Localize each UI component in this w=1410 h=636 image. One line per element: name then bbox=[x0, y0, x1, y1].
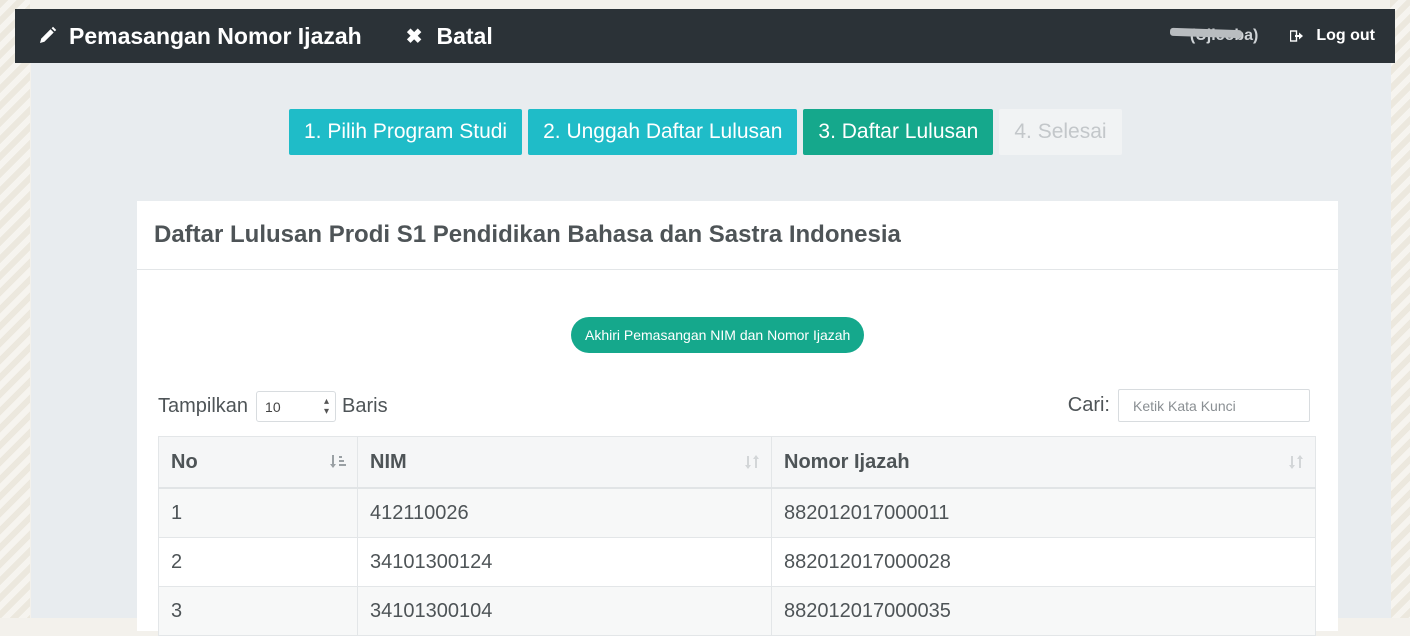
graduates-panel: Daftar Lulusan Prodi S1 Pendidikan Bahas… bbox=[137, 201, 1338, 636]
table-row: 3 34101300104 882012017000035 bbox=[158, 586, 1316, 636]
search-control: Cari: bbox=[1068, 389, 1310, 422]
step-pilih-program-studi[interactable]: 1. Pilih Program Studi bbox=[289, 109, 523, 155]
cell-nim: 34101300104 bbox=[357, 586, 772, 636]
sort-both-icon bbox=[1289, 455, 1303, 469]
graduates-table: No NIM Nomor Ijazah 1 412110026 88201201… bbox=[158, 436, 1316, 636]
end-assignment-button[interactable]: Akhiri Pemasangan NIM dan Nomor Ijazah bbox=[571, 317, 865, 353]
cell-nomor-ijazah: 882012017000028 bbox=[771, 537, 1316, 587]
sort-ascending-icon bbox=[330, 455, 346, 468]
cancel-label: Batal bbox=[436, 22, 493, 49]
cell-nim: 412110026 bbox=[357, 487, 772, 538]
main-content: 1. Pilih Program Studi 2. Unggah Daftar … bbox=[31, 63, 1391, 636]
page-length-control: Tampilkan 10 ▴ ▾ Baris bbox=[158, 391, 388, 422]
page-length-select[interactable]: 10 ▴ ▾ bbox=[256, 391, 337, 422]
cell-no: 1 bbox=[158, 487, 358, 538]
close-icon: ✖ bbox=[405, 25, 423, 48]
background-pattern-right bbox=[1390, 0, 1410, 618]
wizard-steps: 1. Pilih Program Studi 2. Unggah Daftar … bbox=[289, 109, 1122, 155]
table-row: 2 34101300124 882012017000028 bbox=[158, 537, 1316, 587]
app-title-link[interactable]: Pemasangan Nomor Ijazah bbox=[37, 23, 362, 50]
show-label: Tampilkan bbox=[158, 395, 249, 417]
cancel-link[interactable]: ✖ Batal bbox=[406, 23, 493, 50]
search-input[interactable] bbox=[1118, 389, 1310, 422]
top-navbar: Pemasangan Nomor Ijazah ✖ Batal (Ujicoba… bbox=[15, 9, 1395, 63]
step-daftar-lulusan[interactable]: 3. Daftar Lulusan bbox=[803, 109, 994, 155]
column-header-label: No bbox=[171, 450, 198, 473]
user-label: (Ujicoba) bbox=[1169, 27, 1258, 45]
table-header-row: No NIM Nomor Ijazah bbox=[158, 436, 1316, 489]
app-title: Pemasangan Nomor Ijazah bbox=[69, 22, 362, 49]
logout-label: Log out bbox=[1316, 27, 1375, 44]
table-row: 1 412110026 882012017000011 bbox=[158, 487, 1316, 538]
search-label: Cari: bbox=[1067, 394, 1110, 416]
page-length-value: 10 bbox=[265, 398, 281, 415]
column-header-no[interactable]: No bbox=[158, 436, 358, 489]
background-pattern bbox=[0, 0, 30, 618]
redacted-user-id bbox=[1169, 27, 1243, 39]
sort-both-icon bbox=[745, 455, 759, 469]
navbar-left: Pemasangan Nomor Ijazah ✖ Batal bbox=[15, 23, 493, 50]
cell-no: 2 bbox=[158, 537, 358, 587]
logout-icon bbox=[1290, 30, 1304, 42]
navbar-right: (Ujicoba) Log out bbox=[1169, 27, 1375, 45]
column-header-nomor-ijazah[interactable]: Nomor Ijazah bbox=[771, 436, 1316, 489]
cell-no: 3 bbox=[158, 586, 358, 636]
select-arrows-icon: ▴ ▾ bbox=[324, 395, 330, 417]
column-header-label: Nomor Ijazah bbox=[784, 450, 910, 473]
panel-title: Daftar Lulusan Prodi S1 Pendidikan Bahas… bbox=[137, 201, 1338, 270]
cell-nomor-ijazah: 882012017000011 bbox=[771, 487, 1316, 538]
column-header-label: NIM bbox=[370, 450, 407, 473]
step-unggah-daftar-lulusan[interactable]: 2. Unggah Daftar Lulusan bbox=[528, 109, 798, 155]
cell-nomor-ijazah: 882012017000035 bbox=[771, 586, 1316, 636]
rows-label: Baris bbox=[342, 395, 388, 417]
step-selesai: 4. Selesai bbox=[999, 109, 1122, 155]
column-header-nim[interactable]: NIM bbox=[357, 436, 772, 489]
logout-link[interactable]: Log out bbox=[1290, 27, 1375, 45]
pencil-icon bbox=[40, 26, 57, 43]
cell-nim: 34101300124 bbox=[357, 537, 772, 587]
